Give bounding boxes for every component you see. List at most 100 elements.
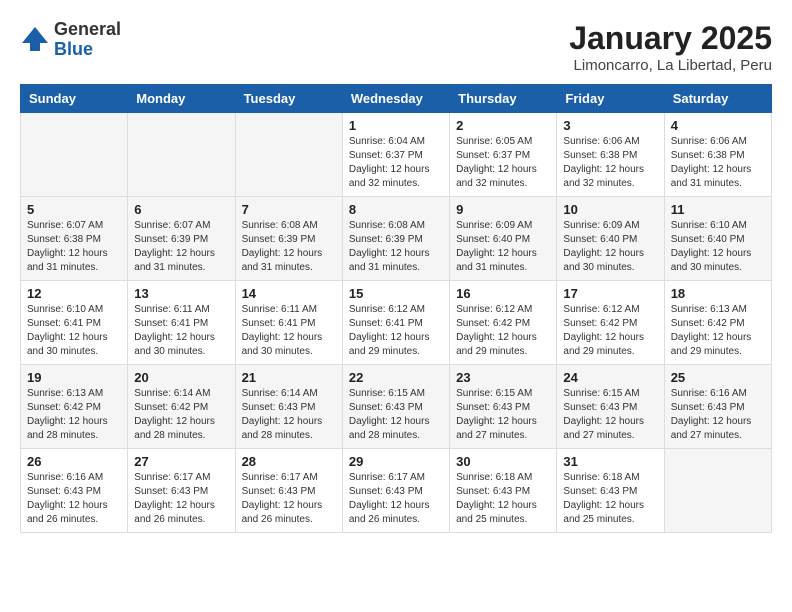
day-number: 4 (671, 118, 765, 133)
day-number: 19 (27, 370, 121, 385)
day-info: Sunrise: 6:11 AM Sunset: 6:41 PM Dayligh… (134, 303, 228, 359)
calendar-day-cell: 1 Sunrise: 6:04 AM Sunset: 6:37 PM Daylig… (342, 113, 449, 197)
header-saturday: Saturday (664, 85, 771, 113)
calendar-day-cell: 9 Sunrise: 6:09 AM Sunset: 6:40 PM Daylig… (450, 197, 557, 281)
day-info: Sunrise: 6:06 AM Sunset: 6:38 PM Dayligh… (671, 135, 765, 191)
day-number: 23 (456, 370, 550, 385)
header-tuesday: Tuesday (235, 85, 342, 113)
day-number: 5 (27, 202, 121, 217)
day-number: 2 (456, 118, 550, 133)
header-wednesday: Wednesday (342, 85, 449, 113)
day-info: Sunrise: 6:06 AM Sunset: 6:38 PM Dayligh… (563, 135, 657, 191)
day-info: Sunrise: 6:17 AM Sunset: 6:43 PM Dayligh… (242, 471, 336, 527)
calendar-day-cell: 28 Sunrise: 6:17 AM Sunset: 6:43 PM Dayli… (235, 449, 342, 533)
calendar-day-cell: 2Sunrise: 6:05 AM Sunset: 6:37 PM Daylig… (450, 113, 557, 197)
day-number: 28 (242, 454, 336, 469)
calendar-day-cell: 15Sunrise: 6:12 AM Sunset: 6:41 PM Dayli… (342, 281, 449, 365)
calendar-day-cell: 29 Sunrise: 6:17 AM Sunset: 6:43 PM Dayli… (342, 449, 449, 533)
calendar-week-row: 26 Sunrise: 6:16 AM Sunset: 6:43 PM Dayli… (21, 449, 772, 533)
title-block: January 2025 Limoncarro, La Libertad, Pe… (569, 20, 772, 74)
calendar-day-cell: 26 Sunrise: 6:16 AM Sunset: 6:43 PM Dayli… (21, 449, 128, 533)
page-header: General Blue January 2025 Limoncarro, La… (20, 20, 772, 74)
calendar-day-cell: 3 Sunrise: 6:06 AM Sunset: 6:38 PM Daylig… (557, 113, 664, 197)
logo-general-text: General (54, 20, 121, 40)
calendar-day-cell: 11Sunrise: 6:10 AM Sunset: 6:40 PM Dayli… (664, 197, 771, 281)
day-number: 22 (349, 370, 443, 385)
header-monday: Monday (128, 85, 235, 113)
calendar-day-cell: 8 Sunrise: 6:08 AM Sunset: 6:39 PM Daylig… (342, 197, 449, 281)
calendar-week-row: 5 Sunrise: 6:07 AM Sunset: 6:38 PM Daylig… (21, 197, 772, 281)
calendar-day-cell: 10 Sunrise: 6:09 AM Sunset: 6:40 PM Dayli… (557, 197, 664, 281)
day-number: 26 (27, 454, 121, 469)
day-info: Sunrise: 6:10 AM Sunset: 6:40 PM Dayligh… (671, 219, 765, 275)
calendar-header-row: SundayMondayTuesdayWednesdayThursdayFrid… (21, 85, 772, 113)
day-number: 16 (456, 286, 550, 301)
calendar-table: SundayMondayTuesdayWednesdayThursdayFrid… (20, 84, 772, 533)
calendar-empty-cell (128, 113, 235, 197)
calendar-day-cell: 4 Sunrise: 6:06 AM Sunset: 6:38 PM Daylig… (664, 113, 771, 197)
calendar-day-cell: 6Sunrise: 6:07 AM Sunset: 6:39 PM Daylig… (128, 197, 235, 281)
day-info: Sunrise: 6:09 AM Sunset: 6:40 PM Dayligh… (456, 219, 550, 275)
day-info: Sunrise: 6:13 AM Sunset: 6:42 PM Dayligh… (671, 303, 765, 359)
calendar-day-cell: 12 Sunrise: 6:10 AM Sunset: 6:41 PM Dayli… (21, 281, 128, 365)
day-info: Sunrise: 6:16 AM Sunset: 6:43 PM Dayligh… (671, 387, 765, 443)
day-info: Sunrise: 6:17 AM Sunset: 6:43 PM Dayligh… (134, 471, 228, 527)
day-number: 3 (563, 118, 657, 133)
calendar-day-cell: 19 Sunrise: 6:13 AM Sunset: 6:42 PM Dayli… (21, 365, 128, 449)
calendar-day-cell: 16 Sunrise: 6:12 AM Sunset: 6:42 PM Dayli… (450, 281, 557, 365)
day-info: Sunrise: 6:10 AM Sunset: 6:41 PM Dayligh… (27, 303, 121, 359)
calendar-day-cell: 30 Sunrise: 6:18 AM Sunset: 6:43 PM Dayli… (450, 449, 557, 533)
day-number: 25 (671, 370, 765, 385)
day-number: 21 (242, 370, 336, 385)
day-number: 12 (27, 286, 121, 301)
day-info: Sunrise: 6:08 AM Sunset: 6:39 PM Dayligh… (242, 219, 336, 275)
day-info: Sunrise: 6:11 AM Sunset: 6:41 PM Dayligh… (242, 303, 336, 359)
day-info: Sunrise: 6:18 AM Sunset: 6:43 PM Dayligh… (456, 471, 550, 527)
day-info: Sunrise: 6:12 AM Sunset: 6:42 PM Dayligh… (563, 303, 657, 359)
day-info: Sunrise: 6:16 AM Sunset: 6:43 PM Dayligh… (27, 471, 121, 527)
day-number: 8 (349, 202, 443, 217)
header-sunday: Sunday (21, 85, 128, 113)
day-info: Sunrise: 6:08 AM Sunset: 6:39 PM Dayligh… (349, 219, 443, 275)
day-info: Sunrise: 6:09 AM Sunset: 6:40 PM Dayligh… (563, 219, 657, 275)
day-info: Sunrise: 6:07 AM Sunset: 6:38 PM Dayligh… (27, 219, 121, 275)
day-number: 18 (671, 286, 765, 301)
day-info: Sunrise: 6:15 AM Sunset: 6:43 PM Dayligh… (456, 387, 550, 443)
day-number: 9 (456, 202, 550, 217)
day-number: 15 (349, 286, 443, 301)
day-number: 24 (563, 370, 657, 385)
day-info: Sunrise: 6:15 AM Sunset: 6:43 PM Dayligh… (349, 387, 443, 443)
calendar-day-cell: 22 Sunrise: 6:15 AM Sunset: 6:43 PM Dayli… (342, 365, 449, 449)
calendar-week-row: 19 Sunrise: 6:13 AM Sunset: 6:42 PM Dayli… (21, 365, 772, 449)
day-number: 20 (134, 370, 228, 385)
day-info: Sunrise: 6:15 AM Sunset: 6:43 PM Dayligh… (563, 387, 657, 443)
calendar-day-cell: 17 Sunrise: 6:12 AM Sunset: 6:42 PM Dayli… (557, 281, 664, 365)
day-info: Sunrise: 6:14 AM Sunset: 6:42 PM Dayligh… (134, 387, 228, 443)
calendar-day-cell: 24 Sunrise: 6:15 AM Sunset: 6:43 PM Dayli… (557, 365, 664, 449)
logo-blue-text: Blue (54, 40, 121, 60)
day-info: Sunrise: 6:04 AM Sunset: 6:37 PM Dayligh… (349, 135, 443, 191)
day-number: 10 (563, 202, 657, 217)
day-number: 30 (456, 454, 550, 469)
calendar-day-cell: 5 Sunrise: 6:07 AM Sunset: 6:38 PM Daylig… (21, 197, 128, 281)
logo: General Blue (20, 20, 121, 60)
day-number: 27 (134, 454, 228, 469)
logo-icon (20, 25, 50, 55)
day-info: Sunrise: 6:13 AM Sunset: 6:42 PM Dayligh… (27, 387, 121, 443)
day-number: 7 (242, 202, 336, 217)
day-info: Sunrise: 6:17 AM Sunset: 6:43 PM Dayligh… (349, 471, 443, 527)
day-info: Sunrise: 6:18 AM Sunset: 6:43 PM Dayligh… (563, 471, 657, 527)
day-info: Sunrise: 6:12 AM Sunset: 6:42 PM Dayligh… (456, 303, 550, 359)
calendar-day-cell: 31Sunrise: 6:18 AM Sunset: 6:43 PM Dayli… (557, 449, 664, 533)
header-thursday: Thursday (450, 85, 557, 113)
calendar-week-row: 12 Sunrise: 6:10 AM Sunset: 6:41 PM Dayli… (21, 281, 772, 365)
calendar-subtitle: Limoncarro, La Libertad, Peru (569, 57, 772, 74)
calendar-day-cell: 14Sunrise: 6:11 AM Sunset: 6:41 PM Dayli… (235, 281, 342, 365)
day-number: 1 (349, 118, 443, 133)
calendar-day-cell: 21Sunrise: 6:14 AM Sunset: 6:43 PM Dayli… (235, 365, 342, 449)
day-number: 29 (349, 454, 443, 469)
calendar-title: January 2025 (569, 20, 772, 57)
day-number: 17 (563, 286, 657, 301)
header-friday: Friday (557, 85, 664, 113)
calendar-day-cell: 25 Sunrise: 6:16 AM Sunset: 6:43 PM Dayli… (664, 365, 771, 449)
